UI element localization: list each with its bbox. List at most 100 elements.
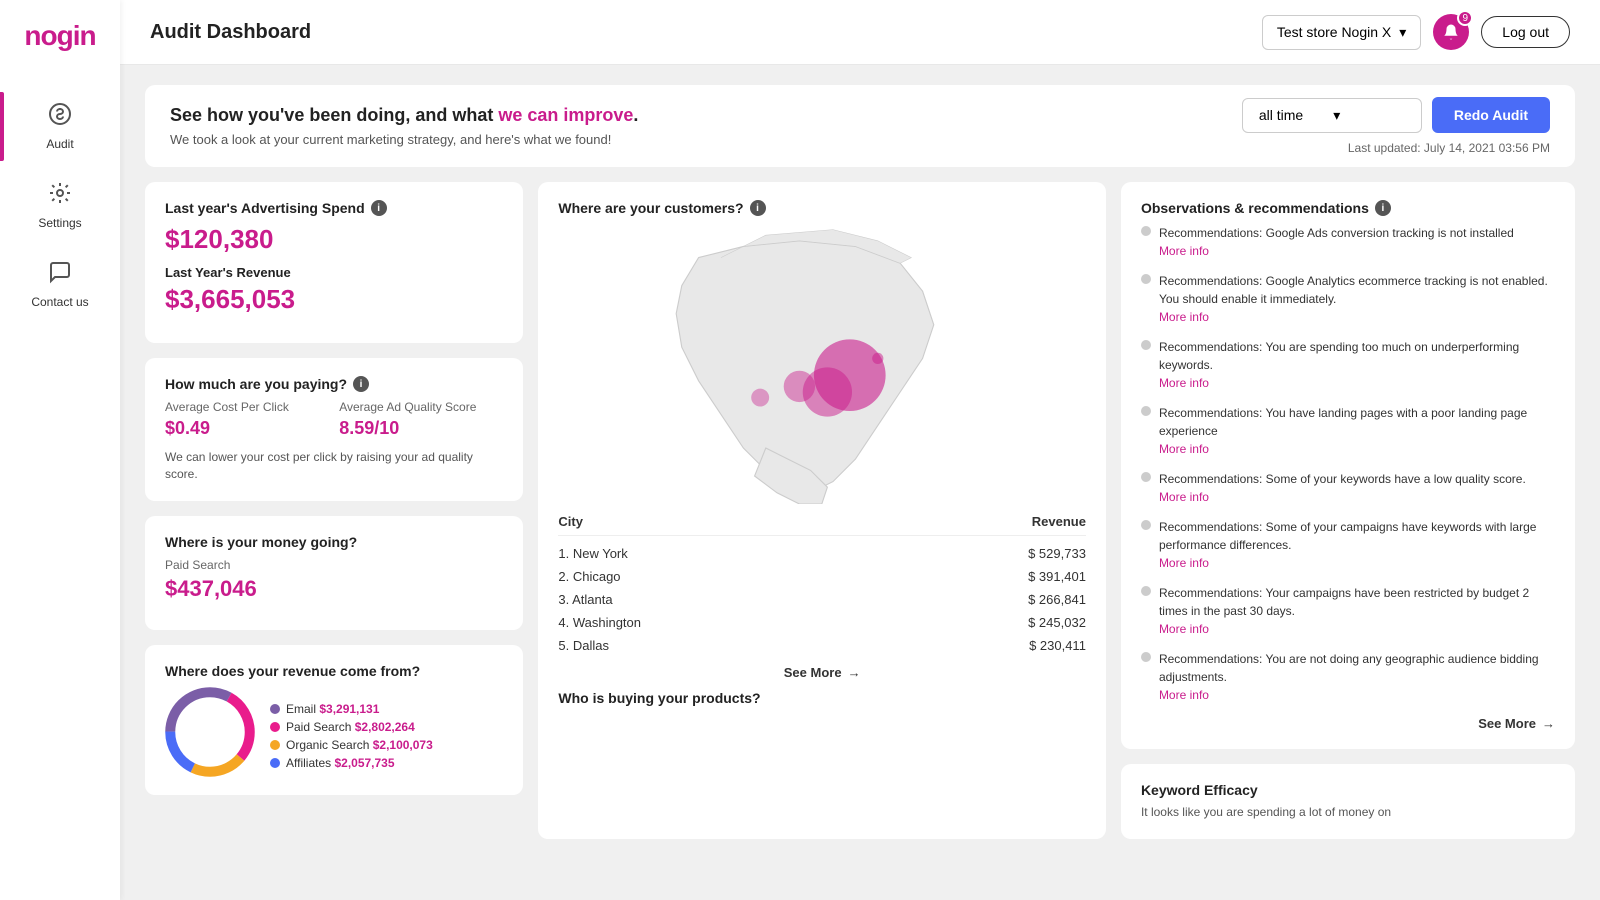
redo-audit-button[interactable]: Redo Audit [1432, 97, 1550, 133]
quality-value: 8.59/10 [339, 418, 503, 439]
middle-column: Where are your customers? i [538, 182, 1106, 839]
store-selector[interactable]: Test store Nogin X ▾ [1262, 15, 1421, 50]
obs-item-1: Recommendations: Google Ads conversion t… [1141, 224, 1555, 258]
legend-item-paid-search: Paid Search $2,802,264 [270, 720, 433, 734]
main-content: Audit Dashboard Test store Nogin X ▾ 9 L… [120, 0, 1600, 900]
quality-label: Average Ad Quality Score [339, 400, 503, 414]
cost-metrics: Average Cost Per Click $0.49 Average Ad … [165, 400, 503, 439]
page-title: Audit Dashboard [150, 21, 1262, 44]
obs-dot-5 [1141, 472, 1151, 482]
info-icon-map[interactable]: i [750, 200, 766, 216]
right-column: Observations & recommendations i Recomme… [1121, 182, 1575, 839]
obs-dot-3 [1141, 340, 1151, 350]
buying-title: Who is buying your products? [558, 690, 1086, 706]
revenue-source-title: Where does your revenue come from? [165, 663, 503, 679]
keyword-efficacy-title: Keyword Efficacy [1141, 782, 1555, 798]
money-going-value: $437,046 [165, 576, 503, 602]
obs-dot-7 [1141, 586, 1151, 596]
obs-link-5[interactable]: More info [1159, 490, 1526, 504]
cost-note: We can lower your cost per click by rais… [165, 449, 503, 483]
obs-item-4: Recommendations: You have landing pages … [1141, 404, 1555, 456]
obs-link-7[interactable]: More info [1159, 622, 1555, 636]
topbar-controls: Test store Nogin X ▾ 9 Log out [1262, 14, 1570, 50]
city-row-2: 2. Chicago $ 391,401 [558, 565, 1086, 588]
chevron-down-icon: ▾ [1399, 24, 1406, 41]
ad-spend-card: Last year's Advertising Spend i $120,380… [145, 182, 523, 343]
affiliates-dot [270, 758, 280, 768]
see-more-observations[interactable]: See More → [1141, 716, 1555, 731]
headline-after: . [633, 105, 638, 125]
sidebar-audit-label: Audit [46, 137, 73, 151]
obs-item-6: Recommendations: Some of your campaigns … [1141, 518, 1555, 570]
obs-text-6: Recommendations: Some of your campaigns … [1159, 520, 1537, 552]
obs-link-2[interactable]: More info [1159, 310, 1555, 324]
brand-name: nogin [24, 20, 95, 51]
customers-map-title: Where are your customers? i [558, 200, 1086, 216]
map-bubble-dot [873, 353, 884, 364]
topbar: Audit Dashboard Test store Nogin X ▾ 9 L… [120, 0, 1600, 65]
obs-link-8[interactable]: More info [1159, 688, 1555, 702]
obs-link-6[interactable]: More info [1159, 556, 1555, 570]
sidebar-item-audit[interactable]: Audit [0, 92, 120, 161]
revenue-source-card: Where does your revenue come from? [145, 645, 523, 795]
city-row-1: 1. New York $ 529,733 [558, 542, 1086, 565]
notification-button[interactable]: 9 [1433, 14, 1469, 50]
time-filter[interactable]: all time ▾ [1242, 98, 1422, 133]
dashboard: See how you've been doing, and what we c… [120, 65, 1600, 900]
revenue-value: $3,665,053 [165, 284, 503, 315]
customers-map-card: Where are your customers? i [538, 182, 1106, 839]
observations-title: Observations & recommendations i [1141, 200, 1555, 216]
legend-item-email: Email $3,291,131 [270, 702, 433, 716]
obs-link-3[interactable]: More info [1159, 376, 1555, 390]
cpc-label: Average Cost Per Click [165, 400, 329, 414]
keyword-efficacy-text: It looks like you are spending a lot of … [1141, 804, 1555, 821]
sidebar-item-contact[interactable]: Contact us [0, 250, 120, 319]
obs-text-5: Recommendations: Some of your keywords h… [1159, 472, 1526, 486]
money-going-category: Paid Search [165, 558, 503, 572]
obs-text-7: Recommendations: Your campaigns have bee… [1159, 586, 1529, 618]
money-going-title: Where is your money going? [165, 534, 503, 550]
obs-item-7: Recommendations: Your campaigns have bee… [1141, 584, 1555, 636]
logout-button[interactable]: Log out [1481, 16, 1570, 48]
donut-chart [165, 687, 255, 777]
obs-link-4[interactable]: More info [1159, 442, 1555, 456]
obs-item-8: Recommendations: You are not doing any g… [1141, 650, 1555, 702]
buying-section-preview: Who is buying your products? [558, 690, 1086, 706]
sidebar-settings-label: Settings [38, 216, 81, 230]
headline-highlight: we can improve [498, 105, 633, 125]
info-icon-cost[interactable]: i [353, 376, 369, 392]
dashboard-header-card: See how you've been doing, and what we c… [145, 85, 1575, 167]
map-container [558, 224, 1086, 504]
keyword-efficacy-card: Keyword Efficacy It looks like you are s… [1121, 764, 1575, 839]
obs-item-3: Recommendations: You are spending too mu… [1141, 338, 1555, 390]
sidebar-item-settings[interactable]: Settings [0, 171, 120, 240]
dollar-icon [48, 102, 72, 132]
obs-link-1[interactable]: More info [1159, 244, 1514, 258]
obs-dot-1 [1141, 226, 1151, 236]
quality-metric: Average Ad Quality Score 8.59/10 [339, 400, 503, 439]
sidebar-contact-label: Contact us [31, 295, 88, 309]
email-dot [270, 704, 280, 714]
notification-count: 9 [1457, 10, 1473, 26]
obs-text-2: Recommendations: Google Analytics ecomme… [1159, 274, 1548, 306]
info-icon-obs[interactable]: i [1375, 200, 1391, 216]
city-col-header: City [558, 514, 583, 529]
left-column: Last year's Advertising Spend i $120,380… [145, 182, 523, 839]
info-icon-adspend[interactable]: i [371, 200, 387, 216]
city-table-header: City Revenue [558, 514, 1086, 536]
see-more-cities[interactable]: See More → [558, 665, 1086, 680]
donut-row: Email $3,291,131 Paid Search $2,802,264 … [165, 687, 503, 777]
obs-dot-8 [1141, 652, 1151, 662]
chat-icon [48, 260, 72, 290]
revenue-col-header: Revenue [1032, 514, 1086, 529]
settings-icon [48, 181, 72, 211]
obs-text-4: Recommendations: You have landing pages … [1159, 406, 1527, 438]
ad-spend-value: $120,380 [165, 224, 503, 255]
cpc-metric: Average Cost Per Click $0.49 [165, 400, 329, 439]
organic-search-dot [270, 740, 280, 750]
ad-spend-title: Last year's Advertising Spend i [165, 200, 503, 216]
arrow-right-icon-obs: → [1542, 716, 1555, 731]
headline-before: See how you've been doing, and what [170, 105, 498, 125]
obs-dot-6 [1141, 520, 1151, 530]
sidebar: nogin Audit Settings Contact us [0, 0, 120, 900]
